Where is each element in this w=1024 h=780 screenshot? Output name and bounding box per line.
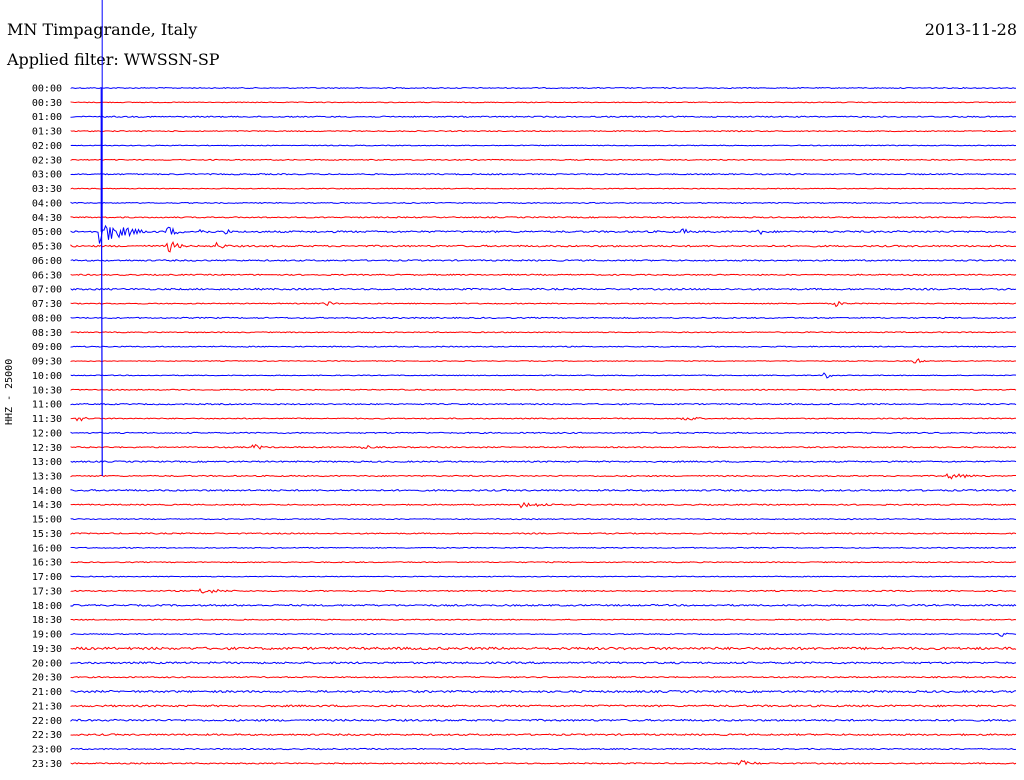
time-tick-label: 01:00 [32, 112, 62, 123]
seismogram-plot: 00:00 00:30 01:00 01:30 02:00 02:30 03:00 03:30… [32, 0, 1017, 770]
time-tick-label: 19:00 [32, 630, 62, 641]
trace-line [70, 561, 1017, 564]
time-tick-label: 07:00 [32, 285, 62, 296]
trace-line [70, 431, 1017, 435]
trace-line [70, 676, 1017, 679]
time-tick-label: 22:00 [32, 716, 62, 727]
time-tick-label: 19:30 [32, 644, 62, 655]
time-tick-label: 14:00 [32, 486, 62, 497]
time-tick-label: 16:00 [32, 543, 62, 554]
time-tick-label: 00:00 [32, 84, 62, 95]
trace-line [70, 101, 1017, 104]
trace-line [70, 501, 1017, 509]
trace-line [70, 718, 1017, 722]
time-tick-label: 23:00 [32, 745, 62, 756]
trace-line [70, 575, 1017, 578]
trace-line [70, 187, 1017, 190]
time-tick-label: 18:30 [32, 615, 62, 626]
trace-line [70, 618, 1017, 621]
time-tick-label: 11:30 [32, 414, 62, 425]
trace-line [70, 358, 1017, 364]
trace-line [70, 661, 1017, 665]
trace-line [70, 546, 1017, 549]
trace-line [70, 201, 1017, 205]
time-tick-label: 08:30 [32, 328, 62, 339]
trace-line [70, 704, 1017, 708]
trace-line [70, 331, 1017, 334]
trace-line [70, 588, 1017, 594]
trace-line [70, 173, 1017, 176]
trace-line [70, 241, 1017, 253]
time-tick-label: 21:30 [32, 701, 62, 712]
trace-line [70, 224, 1017, 244]
trace-line [70, 287, 1017, 291]
trace-line [70, 632, 1017, 637]
time-tick-label: 21:00 [32, 687, 62, 698]
time-tick-label: 17:30 [32, 586, 62, 597]
time-tick-label: 13:30 [32, 471, 62, 482]
time-tick-label: 02:30 [32, 155, 62, 166]
time-tick-label: 11:00 [32, 400, 62, 411]
trace-line [70, 759, 1017, 766]
trace-line [70, 402, 1017, 406]
time-tick-label: 12:30 [32, 443, 62, 454]
time-tick-label: 12:00 [32, 428, 62, 439]
trace-line [70, 747, 1017, 751]
time-tick-label: 02:00 [32, 141, 62, 152]
trace-line [70, 689, 1017, 694]
trace-line [70, 603, 1017, 607]
trace-line [70, 316, 1017, 320]
time-tick-label: 04:30 [32, 213, 62, 224]
time-tick-label: 17:00 [32, 572, 62, 583]
time-tick-label: 15:00 [32, 515, 62, 526]
trace-line [70, 130, 1017, 133]
time-tick-label: 14:30 [32, 500, 62, 511]
trace-line [70, 259, 1017, 262]
trace-line [70, 388, 1017, 391]
trace-line [70, 460, 1017, 463]
trace-line [70, 345, 1017, 348]
trace-line [70, 488, 1017, 492]
time-tick-label: 09:30 [32, 357, 62, 368]
time-tick-label: 03:00 [32, 170, 62, 181]
trace-line [70, 300, 1017, 308]
trace-line [70, 532, 1017, 535]
time-tick-label: 05:00 [32, 227, 62, 238]
time-tick-label: 06:00 [32, 256, 62, 267]
time-tick-label: 10:00 [32, 371, 62, 382]
time-tick-label: 10:30 [32, 385, 62, 396]
trace-line [70, 273, 1017, 276]
trace-line [70, 115, 1017, 118]
time-tick-label: 15:30 [32, 529, 62, 540]
time-tick-label: 20:30 [32, 673, 62, 684]
trace-line [70, 144, 1017, 147]
time-tick-label: 00:30 [32, 98, 62, 109]
time-tick-label: 20:00 [32, 658, 62, 669]
time-tick-label: 13:00 [32, 457, 62, 468]
time-tick-label: 03:30 [32, 184, 62, 195]
time-tick-label: 06:30 [32, 270, 62, 281]
trace-line [70, 518, 1017, 521]
trace-line [70, 372, 1017, 379]
time-tick-label: 01:30 [32, 127, 62, 138]
time-tick-label: 08:00 [32, 313, 62, 324]
trace-line [70, 733, 1017, 737]
time-tick-label: 18:00 [32, 601, 62, 612]
trace-line [70, 416, 1017, 422]
time-tick-label: 22:30 [32, 730, 62, 741]
trace-line [70, 216, 1017, 219]
time-tick-label: 07:30 [32, 299, 62, 310]
time-tick-label: 04:00 [32, 198, 62, 209]
trace-line [70, 86, 1017, 90]
time-tick-label: 16:30 [32, 558, 62, 569]
time-tick-label: 05:30 [32, 242, 62, 253]
trace-line [70, 443, 1017, 450]
time-tick-label: 09:00 [32, 342, 62, 353]
trace-line [70, 473, 1017, 480]
time-tick-label: 23:30 [32, 759, 62, 770]
helicorder-chart: MN Timpagrande, Italy 2013-11-28 Applied… [0, 0, 1024, 780]
trace-line [70, 158, 1017, 161]
trace-line [70, 646, 1017, 651]
